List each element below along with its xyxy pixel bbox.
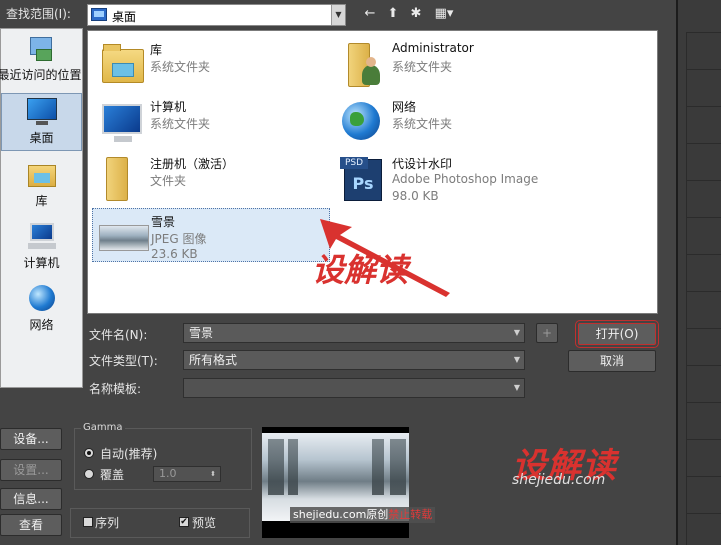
chevron-down-icon[interactable]: ▼ [514, 379, 520, 397]
spinner-arrows-icon[interactable]: ⬍ [210, 467, 216, 481]
file-type: 文件夹 [150, 174, 187, 188]
file-item-computer[interactable]: 计算机 系统文件夹 [92, 94, 330, 148]
open-button[interactable]: 打开(O) [575, 320, 659, 348]
place-label: 计算机 [23, 256, 60, 270]
preview-checkbox[interactable]: ✔ [179, 517, 189, 527]
image-thumbnail-icon [97, 213, 149, 259]
network-icon [338, 98, 388, 144]
file-name: 注册机（激活） [150, 157, 235, 171]
place-label: 库 [35, 194, 48, 208]
desktop-icon [26, 98, 58, 126]
filetype-combo[interactable]: 所有格式 ▼ [183, 350, 525, 370]
view-menu-icon[interactable]: ▦▾ [430, 6, 458, 22]
sequence-checkbox[interactable] [83, 517, 93, 527]
place-library[interactable]: 库 [1, 157, 82, 215]
file-size: 98.0 KB [392, 189, 439, 203]
chevron-down-icon[interactable]: ▼ [514, 351, 520, 369]
overlay-watermark-logo: 设解读 [312, 251, 409, 289]
gamma-auto-radio[interactable] [84, 448, 94, 458]
file-name: Administrator [392, 41, 474, 55]
cancel-button[interactable]: 取消 [568, 350, 656, 372]
file-item-administrator[interactable]: Administrator 系统文件夹 [334, 37, 572, 91]
photoshop-file-icon: Ps PSD [338, 155, 388, 201]
gamma-override-spinner[interactable]: 1.0 ⬍ [153, 466, 221, 482]
place-label: 网络 [29, 318, 54, 332]
place-network[interactable]: 网络 [1, 281, 82, 339]
filename-label: 文件名(N): [89, 328, 148, 342]
recent-places-icon [26, 35, 58, 63]
gamma-title: Gamma [81, 422, 125, 433]
lookin-label: 查找范围(I): [6, 7, 71, 21]
lookin-value: 桌面 [112, 10, 137, 24]
computer-icon [26, 223, 58, 251]
setup-button[interactable]: 设备... [0, 428, 62, 450]
place-label: 最近访问的位置 [0, 68, 82, 82]
chevron-down-icon[interactable]: ▼ [331, 5, 345, 25]
back-icon[interactable]: ← [361, 6, 379, 22]
folder-icon [96, 155, 146, 201]
file-name: 库 [150, 43, 163, 57]
file-item-keygen-folder[interactable]: 注册机（激活） 文件夹 [92, 151, 330, 205]
library-folder-icon [96, 41, 146, 87]
chevron-down-icon[interactable]: ▼ [514, 324, 520, 342]
library-icon [26, 161, 58, 189]
file-name: 雪景 [151, 215, 176, 229]
brand-url: shejiedu.com [512, 472, 606, 488]
file-type: 系统文件夹 [392, 60, 453, 74]
filename-value: 雪景 [189, 326, 214, 340]
gamma-override-value: 1.0 [159, 467, 177, 480]
place-label: 桌面 [29, 131, 54, 145]
file-name: 计算机 [150, 100, 187, 114]
info-button[interactable]: 信息... [0, 488, 62, 510]
desktop-icon [91, 8, 107, 21]
place-recent[interactable]: 最近访问的位置 [0, 31, 82, 89]
filename-combo[interactable]: 雪景 ▼ [183, 323, 525, 343]
gamma-override-label: 覆盖 [100, 468, 125, 482]
file-item-library[interactable]: 库 系统文件夹 [92, 37, 330, 91]
view-button[interactable]: 查看 [0, 514, 62, 536]
file-type: 系统文件夹 [392, 117, 453, 131]
place-computer[interactable]: 计算机 [1, 219, 82, 277]
computer-icon [96, 98, 146, 144]
lookin-dropdown[interactable]: 桌面 ▼ [87, 4, 346, 26]
filetype-label: 文件类型(T): [89, 354, 158, 368]
user-folder-icon [338, 41, 388, 87]
file-name: 代设计水印 [392, 157, 453, 171]
preview-watermark: shejiedu.com原创禁止转载 [290, 507, 436, 523]
file-type: Adobe Photoshop Image [392, 172, 539, 186]
add-template-button[interactable]: + [536, 323, 558, 343]
network-icon [26, 285, 58, 313]
template-label: 名称模板: [89, 382, 142, 396]
places-sidebar: 最近访问的位置 桌面 库 计算机 网络 [0, 28, 83, 388]
viewport-panel [676, 0, 721, 545]
file-type: JPEG 图像 [151, 232, 207, 246]
place-desktop[interactable]: 桌面 [1, 93, 82, 151]
gamma-auto-label: 自动(推荐) [100, 447, 158, 461]
filetype-value: 所有格式 [189, 353, 238, 367]
preview-label: 预览 [192, 516, 217, 530]
settings-button[interactable]: 设置... [0, 459, 62, 481]
file-item-network[interactable]: 网络 系统文件夹 [334, 94, 572, 148]
file-size: 23.6 KB [151, 247, 198, 261]
template-combo[interactable]: ▼ [183, 378, 525, 398]
file-item-psd[interactable]: Ps PSD 代设计水印 Adobe Photoshop Image 98.0 … [334, 151, 572, 205]
new-folder-icon[interactable]: ✱ [407, 6, 425, 22]
watermark-ban: 禁止转载 [388, 508, 433, 521]
watermark-site: shejiedu.com原创 [293, 508, 389, 521]
file-type: 系统文件夹 [150, 117, 211, 131]
file-item-snow-jpeg[interactable]: 雪景 JPEG 图像 23.6 KB [92, 208, 330, 262]
file-name: 网络 [392, 100, 417, 114]
sequence-label: 序列 [95, 516, 120, 530]
up-folder-icon[interactable]: ⬆ [384, 6, 402, 22]
gamma-override-radio[interactable] [84, 469, 94, 479]
file-type: 系统文件夹 [150, 60, 211, 74]
